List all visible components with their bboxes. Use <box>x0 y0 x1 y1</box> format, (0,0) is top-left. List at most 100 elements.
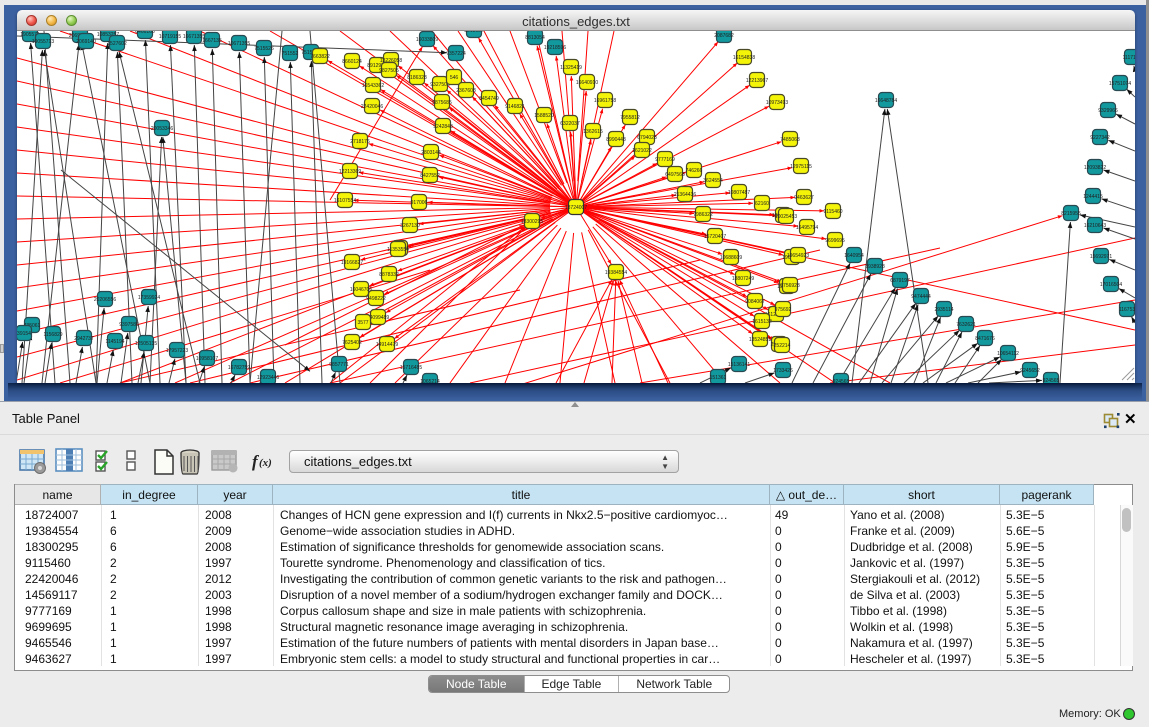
svg-text:6322037: 6322037 <box>560 121 580 127</box>
svg-text:9146821: 9146821 <box>505 104 525 110</box>
svg-text:9242848: 9242848 <box>433 124 453 130</box>
svg-text:1065214: 1065214 <box>420 379 440 383</box>
svg-text:746266: 746266 <box>686 168 703 174</box>
svg-text:12213967: 12213967 <box>746 78 768 84</box>
svg-text:9227342: 9227342 <box>1090 135 1110 141</box>
svg-text:19654923: 19654923 <box>787 253 809 259</box>
svg-text:14914479: 14914479 <box>376 342 398 348</box>
svg-text:9115460: 9115460 <box>823 209 842 215</box>
svg-text:8454749: 8454749 <box>479 96 499 102</box>
svg-text:7515526: 7515526 <box>254 46 274 52</box>
svg-text:19166827: 19166827 <box>341 260 363 266</box>
svg-text:17016504: 17016504 <box>1100 282 1122 288</box>
svg-text:9857771: 9857771 <box>329 362 349 368</box>
svg-text:751552: 751552 <box>282 51 299 57</box>
svg-text:(x): (x) <box>259 457 272 469</box>
svg-text:1362615: 1362615 <box>583 129 603 135</box>
svg-text:39154: 39154 <box>17 331 31 337</box>
svg-text:8878332: 8878332 <box>379 272 399 278</box>
svg-text:252214: 252214 <box>774 343 791 349</box>
svg-text:15692971: 15692971 <box>1090 254 1112 260</box>
svg-text:16210643: 16210643 <box>1084 223 1106 229</box>
svg-text:7955812: 7955812 <box>620 115 640 121</box>
svg-text:3267130: 3267130 <box>400 223 420 229</box>
svg-text:16033809: 16033809 <box>416 37 438 43</box>
svg-text:9756928: 9756928 <box>780 283 800 289</box>
svg-text:6466160: 6466160 <box>135 31 155 35</box>
svg-text:2942737: 2942737 <box>74 336 94 342</box>
svg-text:7357224: 7357224 <box>446 51 466 57</box>
svg-text:8660124: 8660124 <box>342 59 362 65</box>
svg-text:1244415: 1244415 <box>1083 194 1103 200</box>
svg-text:2069140: 2069140 <box>76 39 96 45</box>
svg-text:6879197: 6879197 <box>890 278 910 284</box>
svg-text:2935114: 2935114 <box>934 307 953 313</box>
svg-text:116753: 116753 <box>1119 307 1135 313</box>
svg-text:20053346: 20053346 <box>151 126 173 132</box>
svg-text:1615132: 1615132 <box>752 319 772 325</box>
svg-text:9329966: 9329966 <box>1098 108 1118 114</box>
svg-text:1733426: 1733426 <box>773 368 793 374</box>
svg-text:15136141: 15136141 <box>728 362 750 368</box>
svg-text:16543362: 16543362 <box>362 83 384 89</box>
svg-text:12213369: 12213369 <box>339 169 361 175</box>
svg-text:15751074: 15751074 <box>1109 81 1131 87</box>
svg-text:151361: 151361 <box>710 375 727 381</box>
svg-text:16640910: 16640910 <box>576 80 598 86</box>
svg-text:10958107: 10958107 <box>196 356 218 362</box>
svg-text:11325419: 11325419 <box>560 65 582 71</box>
svg-text:546: 546 <box>450 75 459 81</box>
svg-text:9245652: 9245652 <box>1020 368 1040 374</box>
svg-text:7632621: 7632621 <box>956 322 976 328</box>
svg-text:17359924: 17359924 <box>138 295 160 301</box>
svg-text:10025453: 10025453 <box>775 214 797 220</box>
svg-text:19384554: 19384554 <box>605 270 627 276</box>
svg-text:19055713: 19055713 <box>32 39 54 45</box>
svg-text:6497568: 6497568 <box>665 172 685 178</box>
svg-text:18724007: 18724007 <box>565 205 587 211</box>
svg-text:9084067: 9084067 <box>745 299 765 305</box>
svg-text:7485063: 7485063 <box>780 137 800 143</box>
svg-text:8427552: 8427552 <box>420 173 440 179</box>
svg-text:18300295: 18300295 <box>521 219 543 225</box>
svg-text:7625402: 7625402 <box>342 340 362 346</box>
svg-text:2367608: 2367608 <box>456 88 476 94</box>
svg-text:19218596: 19218596 <box>544 45 566 51</box>
svg-text:9474444: 9474444 <box>911 294 931 300</box>
svg-text:9699695: 9699695 <box>825 238 845 244</box>
svg-text:16495794: 16495794 <box>796 225 818 231</box>
svg-text:1117123: 1117123 <box>1123 55 1135 61</box>
svg-text:8813054: 8813054 <box>464 31 484 34</box>
svg-text:9827505: 9827505 <box>379 68 399 74</box>
svg-text:18807249: 18807249 <box>732 276 754 282</box>
svg-text:2087682: 2087682 <box>714 33 734 39</box>
svg-text:12923446: 12923446 <box>257 375 279 381</box>
svg-text:17957223: 17957223 <box>166 348 188 354</box>
svg-text:62160: 62160 <box>755 201 769 207</box>
svg-text:10671355: 10671355 <box>228 41 250 47</box>
svg-text:20206556: 20206556 <box>94 297 116 303</box>
svg-text:21364436: 21364436 <box>674 192 696 198</box>
svg-text:10973493: 10973493 <box>766 100 788 106</box>
svg-text:3577: 3577 <box>357 320 368 326</box>
svg-text:3624554: 3624554 <box>703 178 723 184</box>
svg-text:13524851: 13524851 <box>749 337 771 343</box>
svg-text:1667135: 1667135 <box>202 38 222 44</box>
svg-text:16154838: 16154838 <box>733 55 755 61</box>
svg-text:8990448: 8990448 <box>606 137 626 143</box>
svg-text:9463627: 9463627 <box>794 195 814 201</box>
svg-text:12975115: 12975115 <box>790 164 812 170</box>
svg-text:10654112: 10654112 <box>997 351 1019 357</box>
svg-text:6794028: 6794028 <box>637 135 657 141</box>
svg-text:16782759: 16782759 <box>228 365 250 371</box>
svg-text:924565: 924565 <box>833 379 850 383</box>
svg-text:1145194: 1145194 <box>105 339 124 345</box>
svg-text:8471676: 8471676 <box>975 336 995 342</box>
svg-text:12505135: 12505135 <box>135 341 157 347</box>
svg-text:1156829: 1156829 <box>43 332 62 338</box>
svg-text:15716485: 15716485 <box>400 365 422 371</box>
svg-text:8186328: 8186328 <box>407 75 427 81</box>
svg-text:9498222: 9498222 <box>366 296 386 302</box>
svg-text:1621022: 1621022 <box>632 148 652 154</box>
svg-text:7663822: 7663822 <box>310 54 330 60</box>
